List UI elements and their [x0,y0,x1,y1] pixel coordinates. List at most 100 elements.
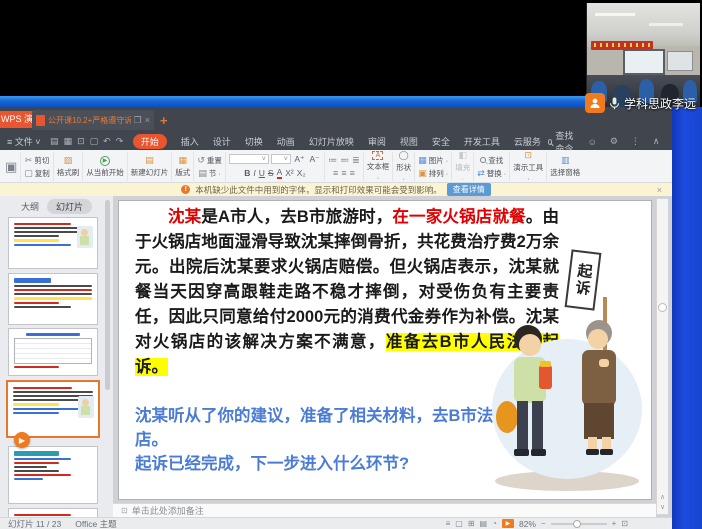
warning-close-icon[interactable]: × [657,185,662,195]
menu-tab-transition[interactable]: 切换 [245,135,263,148]
slide-thumbnail[interactable] [8,446,98,504]
redo-icon[interactable]: ↷ [116,136,124,147]
arrange-button[interactable]: ▣排列· [418,168,448,179]
section-button[interactable]: ▤节· [198,168,221,179]
paste-icon[interactable]: ▣ [5,159,17,175]
feedback-smiley-icon[interactable]: ☺ [588,137,597,147]
slide-sorter-icon[interactable]: ⊞ [468,519,475,528]
menu-tab-security[interactable]: 安全 [432,135,450,148]
reset-button[interactable]: ↺重置 [197,155,222,166]
menu-tab-animation[interactable]: 动画 [277,135,295,148]
align-center-icon[interactable]: ≡ [341,168,346,178]
format-painter-button[interactable]: ▨格式刷 [54,152,84,181]
fit-slide-icon[interactable]: ⊡ [621,519,628,528]
normal-view-icon[interactable]: ▢ [455,519,463,528]
search-icon [548,139,552,145]
tab-close-icon[interactable]: × [145,115,150,125]
print-icon[interactable]: ⊡ [77,136,85,147]
sidebar-scrollbar[interactable] [105,200,110,390]
indent-icon[interactable]: ≣ [352,155,360,166]
slideshow-play-button[interactable]: ▶ [502,519,514,528]
reading-view-icon[interactable]: ▤ [480,519,488,528]
increase-font-icon[interactable]: A⁺ [294,154,304,165]
menu-tab-design[interactable]: 设计 [213,135,231,148]
italic-button[interactable]: I [253,168,255,178]
strikethrough-button[interactable]: S [268,168,274,178]
presenter-avatar [585,93,605,113]
more-menu-icon[interactable]: ⋮ [631,136,640,147]
underline-button[interactable]: U [259,168,265,178]
font-size-box[interactable]: ˅ [271,154,291,164]
view-details-button[interactable]: 查看详情 [447,183,491,196]
slide-thumbnail-current[interactable] [6,380,100,438]
numbering-icon[interactable]: ≕ [340,155,349,166]
slide-thumbnail[interactable] [8,273,98,325]
collapse-ribbon-icon[interactable]: ∧ [653,136,660,147]
play-from-current-button[interactable]: ▶ 从当前开始 [83,152,128,181]
copy-button[interactable]: ▢复制 [24,168,50,179]
decrease-font-icon[interactable]: A⁻ [310,154,320,165]
slide-canvas[interactable]: 沈某是A市人，去B市旅游时，在一家火锅店就餐。由于火锅店地面湿滑导致沈某摔倒骨折… [118,200,652,500]
settings-gear-icon[interactable]: ⚙ [610,136,618,147]
next-slide-button[interactable]: ∨ [657,503,668,512]
selection-pane-button[interactable]: ▥选择窗格 [547,152,583,181]
slide-thumbnail[interactable] [8,508,98,517]
document-tab-title: 公开课10.2+严格遵守诉讼程序 [48,115,131,126]
play-slideshow-badge[interactable]: ▶ [14,432,30,448]
comment-icon[interactable]: ◔ [492,519,497,528]
notes-bar[interactable]: ⊡ 单击此处添加备注 [113,503,656,517]
slide-scrollbar[interactable]: ∧ ∨ [656,198,669,515]
shapes-icon: ◯ [399,150,409,161]
bullets-icon[interactable]: ≔ [328,155,337,166]
find-button[interactable]: 查找 [480,155,503,166]
fill-button: ◧填充· [452,152,474,181]
previous-slide-button[interactable]: ∧ [657,493,668,502]
slide-counter: 幻灯片 11 / 23 [8,518,61,529]
selection-pane-icon: ▥ [561,155,570,166]
zoom-slider[interactable] [551,523,607,525]
subscript-button[interactable]: X₂ [297,168,306,178]
menu-tab-home[interactable]: 开始 [133,134,167,149]
ribbon-toolbar: ▣ ✂剪切 ▢复制 ▨格式刷 ▶ 从当前开始 ▤新建幻灯片 ▦版式 ↺重置 ▤节… [0,150,672,183]
preview-icon[interactable]: ▢ [90,136,99,147]
status-bar: 幻灯片 11 / 23 Office 主题 ≡ ▢ ⊞ ▤ ◔ ▶ 82% − … [0,517,672,529]
presentation-tools-button[interactable]: ⊡演示工具· [510,152,547,181]
shapes-button[interactable]: ◯形状· [393,152,415,181]
slide-thumbnail[interactable] [8,217,98,269]
menu-tab-review[interactable]: 审阅 [368,135,386,148]
layout-button[interactable]: ▦版式 [172,152,194,181]
textbox-button[interactable]: A文本框· [364,152,394,181]
zoom-out-icon[interactable]: − [541,519,546,528]
tab-restore-icon[interactable]: ❐ [134,115,142,126]
tab-slides[interactable]: 幻灯片 [47,199,92,214]
zoom-slider-knob[interactable] [573,520,581,528]
scrollbar-thumb[interactable] [658,303,667,312]
picture-button[interactable]: ▦图片· [418,155,448,166]
new-tab-button[interactable]: + [160,113,168,128]
menu-tab-cloud[interactable]: 云服务 [514,135,541,148]
align-left-icon[interactable]: ≡ [333,168,338,178]
zoom-in-icon[interactable]: + [612,519,617,528]
menu-tab-devtools[interactable]: 开发工具 [464,135,500,148]
open-icon[interactable]: ▤ [50,136,59,147]
slide-thumbnail[interactable] [8,328,98,376]
font-color-button[interactable]: A [277,167,283,179]
person-icon [589,97,601,109]
bold-button[interactable]: B [244,168,250,178]
align-right-icon[interactable]: ≡ [350,168,355,178]
superscript-button[interactable]: X² [285,168,294,178]
new-slide-button[interactable]: ▤新建幻灯片 [128,152,173,181]
menu-tab-view[interactable]: 视图 [400,135,418,148]
undo-icon[interactable]: ↶ [103,136,111,147]
replace-button[interactable]: ⇄替换· [477,168,506,179]
tab-outline[interactable]: 大纲 [21,200,39,213]
menu-tab-insert[interactable]: 插入 [181,135,199,148]
font-name-box[interactable]: ˅ [229,154,269,164]
document-tab[interactable]: 公开课10.2+严格遵守诉讼程序 ❐ × [32,110,154,130]
microphone-icon [609,97,620,110]
save-icon[interactable]: ▦ [64,136,73,147]
menu-tab-slideshow[interactable]: 幻灯片放映 [309,135,354,148]
file-menu[interactable]: ≡ 文件 ˅ [7,135,41,148]
notes-toggle-icon[interactable]: ≡ [446,519,451,528]
cut-button[interactable]: ✂剪切 [25,155,50,166]
